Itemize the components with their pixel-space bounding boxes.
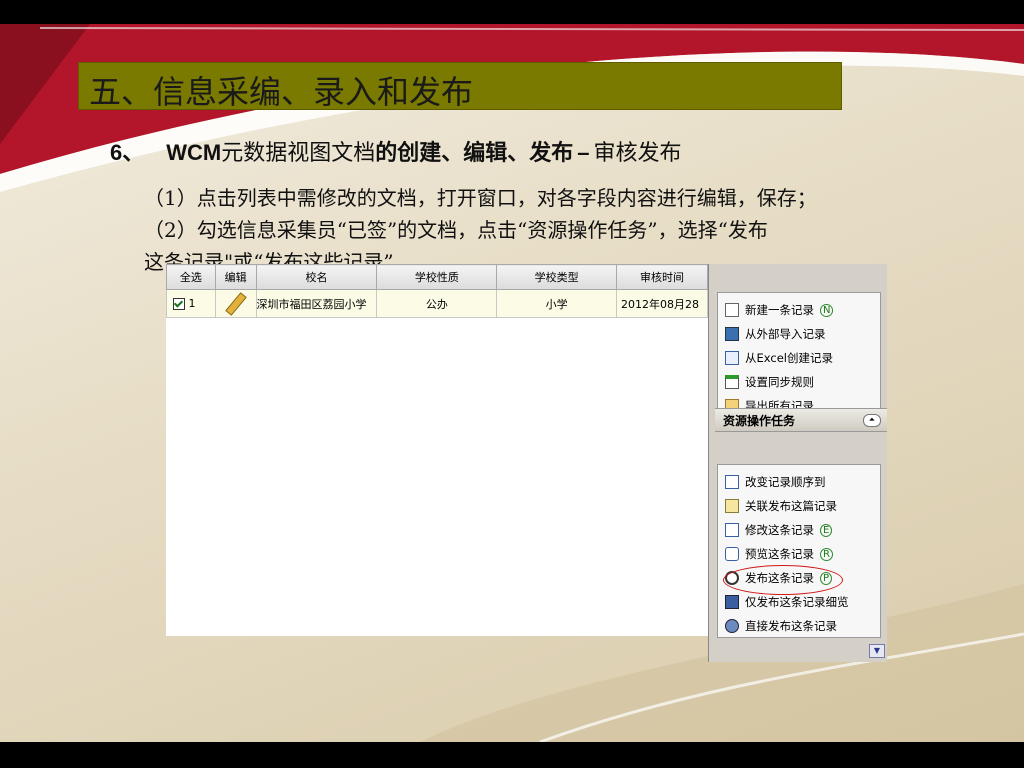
- subtitle-part2: 的创建、编辑、发布: [375, 141, 574, 166]
- row-select-cell: 1: [166, 289, 216, 318]
- action-label: 新建一条记录: [745, 303, 814, 317]
- subtitle: 6、 WCM元数据视图文档的创建、编辑、发布 – 审核发布: [110, 135, 682, 167]
- subtitle-part1: 元数据视图文档: [221, 141, 376, 166]
- task-link-publish[interactable]: 关联发布这篇记录: [725, 496, 837, 516]
- task-change-order[interactable]: 改变记录顺序到: [725, 472, 826, 492]
- action-label: 从Excel创建记录: [745, 351, 833, 365]
- subtitle-wcm: WCM: [166, 140, 222, 165]
- direct-publish-icon: [725, 619, 739, 633]
- subtitle-number: 6、: [110, 140, 145, 165]
- action-new-record[interactable]: 新建一条记录 N: [725, 300, 834, 320]
- task-label: 预览这条记录: [745, 547, 814, 561]
- header-school-type[interactable]: 学校类型: [496, 264, 618, 290]
- row-review-time: 2012年08月28: [616, 289, 708, 318]
- records-list: 全选 编辑 校名 学校性质 学校类型 审核时间 1 深圳市福田区荔园小学 公办 …: [166, 264, 708, 636]
- task-hotkey: R: [820, 547, 833, 561]
- action-excel-create[interactable]: 从Excel创建记录: [725, 348, 833, 368]
- scroll-down-icon[interactable]: ▼: [869, 644, 885, 658]
- paragraph-1: （1）点击列表中需修改的文档，打开窗口，对各字段内容进行编辑，保存；: [144, 186, 817, 210]
- action-import-record[interactable]: 从外部导入记录: [725, 324, 826, 344]
- header-edit: 编辑: [214, 264, 257, 290]
- header-select-all[interactable]: 全选: [166, 264, 216, 290]
- action-hotkey: N: [820, 303, 834, 317]
- row-school-type: 小学: [496, 289, 618, 318]
- header-school-name[interactable]: 校名: [255, 264, 378, 290]
- slide-title-bar: 五、信息采编、录入和发布: [78, 62, 842, 111]
- top-letterbox: [0, 0, 1024, 24]
- publish-detail-icon: [725, 595, 739, 609]
- task-panel: 新建一条记录 N 从外部导入记录 从Excel创建记录 设置同步规则 导出所有记…: [708, 264, 887, 662]
- row-checkbox[interactable]: [173, 298, 185, 310]
- task-preview-record[interactable]: 预览这条记录 R: [725, 544, 833, 564]
- excel-icon: [725, 351, 739, 365]
- import-icon: [725, 327, 739, 341]
- records-table: 全选 编辑 校名 学校性质 学校类型 审核时间 1 深圳市福田区荔园小学 公办 …: [166, 264, 708, 318]
- header-school-nature[interactable]: 学校性质: [376, 264, 498, 290]
- collapse-icon[interactable]: ⏶: [863, 414, 881, 427]
- preview-icon: [725, 547, 739, 561]
- task-label: 直接发布这条记录: [745, 619, 837, 633]
- section-header-resource-tasks[interactable]: 资源操作任务 ⏶: [715, 408, 887, 432]
- reorder-icon: [725, 475, 739, 489]
- new-document-icon: [725, 303, 739, 317]
- task-label: 改变记录顺序到: [745, 475, 826, 489]
- table-row[interactable]: 1 深圳市福田区荔园小学 公办 小学 2012年08月28: [166, 289, 708, 318]
- row-index: 1: [188, 297, 196, 310]
- row-school-name[interactable]: 深圳市福田区荔园小学: [255, 289, 378, 318]
- edit-icon: [725, 523, 739, 537]
- task-label: 修改这条记录: [745, 523, 814, 537]
- task-direct-publish[interactable]: 直接发布这条记录: [725, 616, 837, 636]
- paragraph-2: （2）勾选信息采集员“已签”的文档，点击“资源操作任务”，选择“发布: [144, 218, 768, 242]
- section-title: 资源操作任务: [723, 414, 796, 428]
- task-label: 关联发布这篇记录: [745, 499, 837, 513]
- sync-rule-icon: [725, 375, 739, 389]
- task-hotkey: E: [820, 523, 833, 537]
- action-sync-rule[interactable]: 设置同步规则: [725, 372, 814, 392]
- action-label: 设置同步规则: [745, 375, 814, 389]
- row-school-nature: 公办: [376, 289, 498, 318]
- pencil-icon[interactable]: [224, 292, 247, 316]
- header-review-time[interactable]: 审核时间: [616, 264, 708, 290]
- action-label: 从外部导入记录: [745, 327, 826, 341]
- highlight-oval: [723, 565, 843, 595]
- task-edit-record[interactable]: 修改这条记录 E: [725, 520, 833, 540]
- bottom-letterbox: [0, 742, 1024, 768]
- subtitle-dash: –: [577, 140, 590, 165]
- link-publish-icon: [725, 499, 739, 513]
- subtitle-part3: 审核发布: [593, 141, 682, 166]
- task-publish-detail[interactable]: 仅发布这条记录细览: [725, 592, 849, 612]
- task-label: 仅发布这条记录细览: [745, 595, 849, 609]
- row-edit-cell: [214, 289, 257, 318]
- slide-title: 五、信息采编、录入和发布: [89, 73, 474, 111]
